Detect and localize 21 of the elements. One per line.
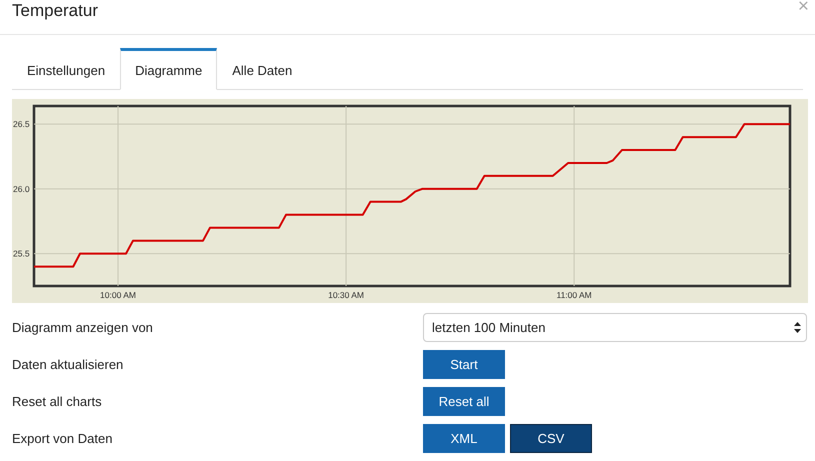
- action-button[interactable]: CSV: [510, 424, 592, 453]
- tab[interactable]: Alle Daten: [217, 48, 308, 90]
- x-tick-label: 11:00 AM: [556, 290, 592, 300]
- x-tick-label: 10:30 AM: [328, 290, 364, 300]
- field-label: Reset all charts: [12, 394, 103, 409]
- field-label: Daten aktualisieren: [12, 357, 124, 372]
- y-tick-label: 25.5: [13, 248, 30, 259]
- x-tick-label: 10:00 AM: [100, 290, 136, 300]
- field-label: Diagramm anzeigen von: [12, 320, 154, 335]
- y-tick-label: 26.5: [13, 119, 30, 130]
- range-select[interactable]: letzten 100 Minuten: [423, 313, 807, 342]
- dropdown-arrows-icon: [794, 322, 801, 333]
- window-title: Temperatur: [12, 0, 98, 21]
- action-button[interactable]: XML: [423, 424, 505, 453]
- field-label: Export von Daten: [12, 431, 114, 446]
- tab[interactable]: Einstellungen: [12, 48, 120, 90]
- select-value: letzten 100 Minuten: [432, 320, 546, 335]
- action-button[interactable]: Reset all: [423, 387, 505, 416]
- tab[interactable]: Diagramme: [120, 48, 218, 90]
- y-tick-label: 26.0: [13, 184, 30, 194]
- action-button[interactable]: Start: [423, 350, 505, 379]
